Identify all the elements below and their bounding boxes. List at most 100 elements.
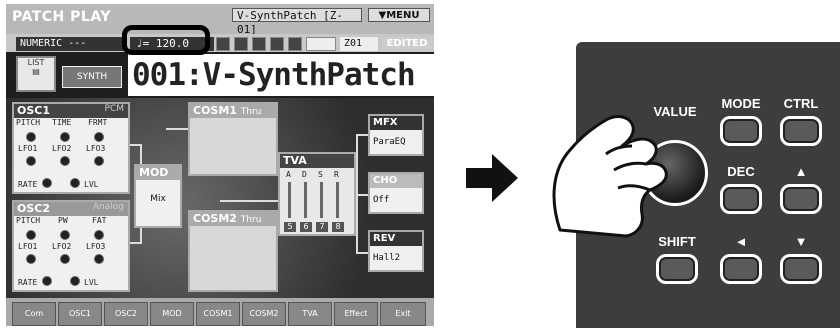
tva-title: TVA xyxy=(280,154,354,168)
osc1-lvl: LVL xyxy=(84,180,99,189)
mode-button[interactable] xyxy=(720,116,762,146)
osc2-pitch-knob[interactable] xyxy=(26,230,36,240)
tva-slider-r: R xyxy=(334,170,339,179)
tab-osc2[interactable]: OSC2 xyxy=(104,302,148,326)
osc2-param-2: PW xyxy=(58,216,68,225)
osc1-lfo-1: LFO1 xyxy=(18,144,38,153)
numeric-display: NUMERIC --- xyxy=(16,37,124,51)
tva-number-7: 7 xyxy=(316,222,328,232)
cosm1-header: COSM1 Thru xyxy=(190,104,276,118)
shift-button[interactable] xyxy=(656,254,698,284)
osc2-param-1: PITCH xyxy=(16,216,41,225)
arpeggio-icon xyxy=(234,37,248,51)
metronome-icon xyxy=(216,37,230,51)
osc2-header: OSC2 Analog xyxy=(14,202,128,216)
tva-fader-s[interactable] xyxy=(320,182,323,218)
osc1-header: OSC1 PCM xyxy=(14,104,128,118)
osc1-param-2: TIME xyxy=(52,118,72,127)
tva-fader-d[interactable] xyxy=(304,182,307,218)
connector-line xyxy=(358,252,368,254)
cosm2-title: COSM2 xyxy=(193,212,237,225)
list-label: LIST xyxy=(27,58,45,67)
tab-tva[interactable]: TVA xyxy=(288,302,332,326)
edited-badge: EDITED xyxy=(382,37,432,51)
connector-line xyxy=(220,200,280,202)
down-button[interactable] xyxy=(780,254,822,284)
patch-header: V-SynthPatch [Z-01] xyxy=(232,8,362,36)
tab-osc1[interactable]: OSC1 xyxy=(58,302,102,326)
mod-block[interactable]: MOD Mix xyxy=(134,164,182,228)
osc1-lfo3-knob[interactable] xyxy=(94,156,104,166)
cosm2-block[interactable]: COSM2 Thru xyxy=(188,210,278,292)
osc2-rate-knob[interactable] xyxy=(42,276,52,286)
osc2-lfo1-knob[interactable] xyxy=(26,254,36,264)
cosm2-header: COSM2 Thru xyxy=(190,212,276,226)
dec-label: DEC xyxy=(727,164,755,179)
folder-icon xyxy=(252,37,266,51)
tab-cosm2[interactable]: COSM2 xyxy=(242,302,286,326)
ctrl-label: CTRL xyxy=(783,96,819,111)
connector-line xyxy=(358,194,368,196)
down-label: ▼ xyxy=(794,234,808,249)
tva-fader-a[interactable] xyxy=(288,182,291,218)
patch-name: 001:V-SynthPatch xyxy=(128,54,434,96)
rev-title: REV xyxy=(370,232,422,246)
tva-number-8: 8 xyxy=(332,222,344,232)
tab-com[interactable]: Com xyxy=(12,302,56,326)
connector-line xyxy=(358,134,368,136)
cho-title: CHO xyxy=(370,174,422,188)
dec-button[interactable] xyxy=(720,184,762,214)
osc1-lvl-knob[interactable] xyxy=(70,178,80,188)
osc2-lfo2-knob[interactable] xyxy=(60,254,70,264)
tva-slider-a: A xyxy=(286,170,291,179)
cosm1-title: COSM1 xyxy=(193,104,237,117)
osc2-fat-knob[interactable] xyxy=(94,230,104,240)
up-label: ▲ xyxy=(794,164,808,179)
osc2-lvl-knob[interactable] xyxy=(70,276,80,286)
osc2-param-3: FAT xyxy=(92,216,107,225)
osc1-lfo-3: LFO3 xyxy=(86,144,106,153)
menu-button[interactable]: ▼MENU xyxy=(368,8,430,22)
osc1-rate: RATE xyxy=(18,180,38,189)
cho-block[interactable]: CHO Off xyxy=(368,172,424,214)
mod-value: Mix xyxy=(150,194,166,204)
osc1-lfo2-knob[interactable] xyxy=(60,156,70,166)
cosm1-mode: Thru xyxy=(240,107,262,117)
cho-value: Off xyxy=(370,188,422,212)
tva-slider-s: S xyxy=(318,170,323,179)
cosm1-block[interactable]: COSM1 Thru xyxy=(188,102,278,176)
osc1-lfo1-knob[interactable] xyxy=(26,156,36,166)
osc2-pw-knob[interactable] xyxy=(60,230,70,240)
osc2-type: Analog xyxy=(92,202,124,212)
rev-block[interactable]: REV Hall2 xyxy=(368,230,424,272)
osc2-lvl: LVL xyxy=(84,278,99,287)
osc2-lfo-1: LFO1 xyxy=(18,242,38,251)
osc2-lfo3-knob[interactable] xyxy=(94,254,104,264)
right-arrow-icon xyxy=(466,154,518,202)
tab-effect[interactable]: Effect xyxy=(334,302,378,326)
hand-icon xyxy=(552,115,668,238)
rev-value: Hall2 xyxy=(370,246,422,270)
osc1-frmt-knob[interactable] xyxy=(94,132,104,142)
synth-button[interactable]: SYNTH xyxy=(62,66,122,88)
menu-label: MENU xyxy=(386,10,420,21)
tab-exit[interactable]: Exit xyxy=(380,302,426,326)
ctrl-button[interactable] xyxy=(780,116,822,146)
patch-bank: Z01 xyxy=(340,37,378,51)
tab-mod[interactable]: MOD xyxy=(150,302,194,326)
mfx-block[interactable]: MFX ParaEQ xyxy=(368,114,424,156)
osc1-type: PCM xyxy=(104,104,124,114)
osc1-time-knob[interactable] xyxy=(60,132,70,142)
osc1-pitch-knob[interactable] xyxy=(26,132,36,142)
tva-fader-r[interactable] xyxy=(336,182,339,218)
cosm2-mode: Thru xyxy=(240,215,262,225)
tab-cosm1[interactable]: COSM1 xyxy=(196,302,240,326)
up-button[interactable] xyxy=(780,184,822,214)
screen-title: PATCH PLAY xyxy=(12,9,111,25)
left-label: ◄ xyxy=(734,234,748,249)
left-button[interactable] xyxy=(720,254,762,284)
osc1-rate-knob[interactable] xyxy=(42,178,52,188)
lcd-screen: PATCH PLAY V-SynthPatch [Z-01] ▼MENU NUM… xyxy=(6,4,434,326)
list-button[interactable]: LIST ▤ xyxy=(16,56,56,92)
tva-number-6: 6 xyxy=(300,222,312,232)
